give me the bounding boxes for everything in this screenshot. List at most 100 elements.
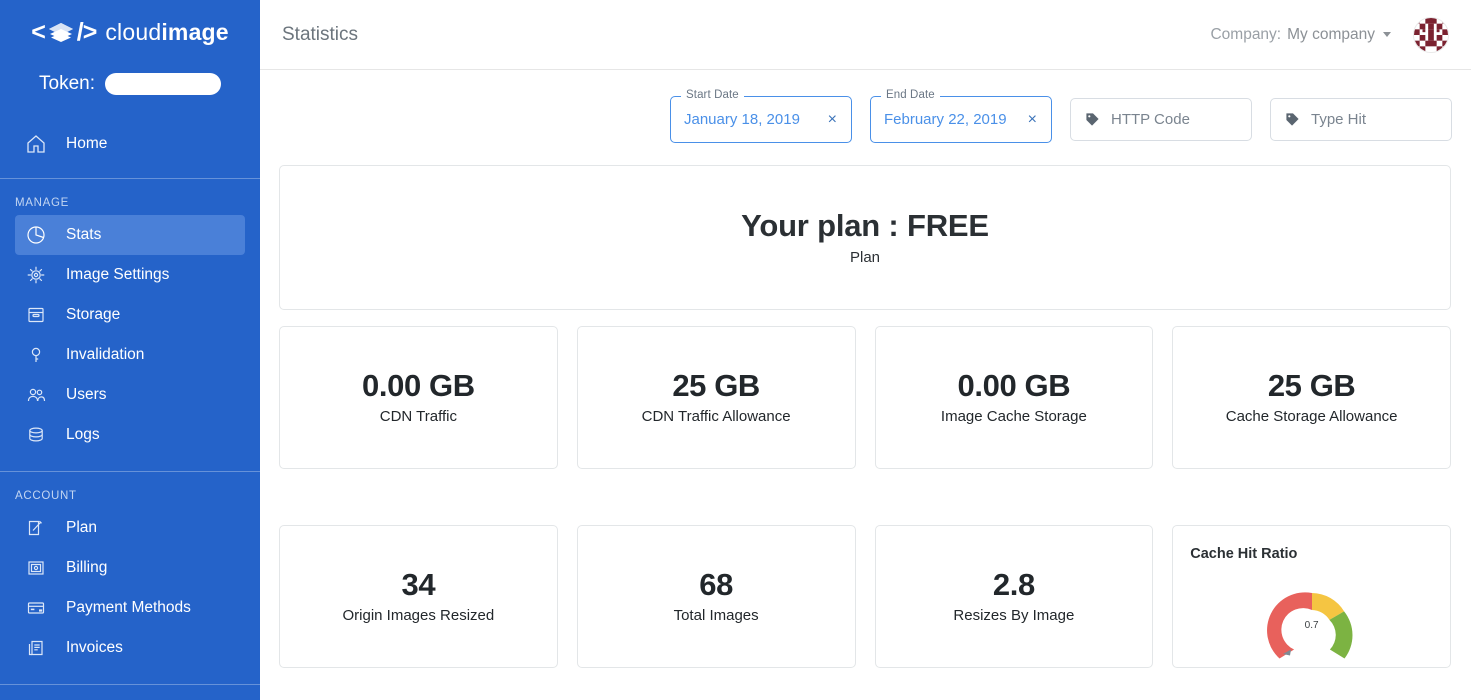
stat-label: CDN Traffic	[379, 408, 457, 426]
stat-value: 34	[401, 566, 436, 602]
sidebar: < /> cloudimage Token: Home MANAGE Stats…	[0, 0, 260, 700]
chevron-down-icon	[1383, 32, 1391, 37]
brand-name-bold: image	[161, 18, 229, 45]
stat-value: 25 GB	[1267, 367, 1356, 403]
sidebar-item-invalidation[interactable]: Invalidation	[15, 335, 245, 375]
stat-card-resizes-by-image: 2.8 Resizes By Image	[874, 525, 1154, 668]
gear-icon	[27, 266, 45, 284]
end-date-value: February 22, 2019	[884, 111, 1007, 128]
sidebar-item-label-payment-methods: Payment Methods	[66, 599, 191, 616]
brand-name-light: cloud	[105, 18, 162, 45]
main-content: Statistics Company: My company Start Dat…	[260, 0, 1471, 700]
sidebar-item-label-users: Users	[66, 386, 107, 403]
stat-card-total-images: 68 Total Images	[576, 525, 856, 668]
sidebar-item-billing[interactable]: Billing	[15, 548, 245, 588]
token-label: Token:	[39, 73, 95, 94]
brand-logo[interactable]: < /> cloudimage	[0, 0, 260, 58]
stat-value: 68	[699, 566, 733, 602]
stat-label: Resizes By Image	[953, 607, 1075, 625]
brand-angle-close: />	[76, 17, 98, 46]
sidebar-item-invoices[interactable]: Invoices	[15, 628, 245, 668]
http-code-field[interactable]: HTTP Code	[1070, 98, 1252, 141]
users-icon	[27, 388, 46, 402]
type-hit-field[interactable]: Type Hit	[1270, 98, 1452, 141]
token-row: Token:	[0, 62, 260, 106]
sidebar-group-manage-label: MANAGE	[15, 197, 70, 209]
stat-card-cdn-traffic: 0.00 GB CDN Traffic	[279, 326, 558, 469]
credit-card-icon	[27, 602, 45, 614]
avatar[interactable]	[1413, 16, 1449, 53]
brand-text: cloudimage	[105, 18, 229, 45]
key-icon	[31, 347, 41, 362]
plan-title: Your plan : FREE	[741, 207, 989, 243]
start-date-value: January 18, 2019	[684, 111, 800, 128]
top-header: Statistics Company: My company	[260, 0, 1471, 70]
box-icon	[28, 307, 44, 323]
stat-value: 0.00 GB	[957, 367, 1071, 403]
sidebar-item-label-invalidation: Invalidation	[66, 346, 145, 363]
stat-label: Total Images	[673, 607, 759, 625]
company-label: Company:	[1210, 25, 1282, 43]
plan-card: Your plan : FREE Plan	[279, 165, 1451, 310]
stat-label: Cache Storage Allowance	[1225, 408, 1398, 426]
end-date-legend: End Date	[881, 89, 940, 101]
brand-angle-open: <	[31, 17, 46, 46]
type-hit-placeholder: Type Hit	[1311, 111, 1367, 128]
stat-label: Origin Images Resized	[342, 607, 495, 625]
gauge-value-label: 0.7	[1304, 620, 1319, 631]
sidebar-item-logs[interactable]: Logs	[15, 415, 245, 455]
nav-home-section: Home	[0, 106, 260, 178]
company-dropdown[interactable]: Company: My company	[1210, 26, 1391, 44]
sidebar-item-label-logs: Logs	[66, 426, 100, 443]
stat-card-image-cache-storage: 0.00 GB Image Cache Storage	[874, 326, 1154, 469]
stat-card-cache-storage-allowance: 25 GB Cache Storage Allowance	[1172, 326, 1451, 469]
sidebar-item-label-stats: Stats	[66, 226, 102, 243]
http-code-placeholder: HTTP Code	[1111, 111, 1190, 128]
tag-icon	[1286, 113, 1299, 126]
header-right-group: Company: My company	[1210, 16, 1449, 53]
cache-hit-ratio-gauge: 0.7	[1257, 576, 1367, 667]
tag-icon	[1086, 113, 1099, 126]
end-date-field[interactable]: End Date February 22, 2019 ×	[870, 89, 1052, 143]
edit-square-icon	[28, 520, 42, 536]
home-icon	[27, 135, 45, 153]
sidebar-item-users[interactable]: Users	[15, 375, 245, 415]
sidebar-item-payment-methods[interactable]: Payment Methods	[15, 588, 245, 628]
invoice-icon	[28, 640, 43, 656]
sidebar-item-stats[interactable]: Stats	[15, 215, 245, 255]
pie-chart-icon	[27, 226, 45, 244]
filter-bar: Start Date January 18, 2019 × End Date F…	[260, 70, 1471, 143]
sidebar-item-home[interactable]: Home	[15, 124, 245, 164]
brand-mark: < />	[31, 17, 98, 46]
cache-hit-ratio-title: Cache Hit Ratio	[1190, 546, 1298, 562]
sidebar-item-label-invoices: Invoices	[66, 639, 123, 656]
identicon-avatar	[1414, 17, 1448, 52]
page-title: Statistics	[282, 23, 359, 45]
gauge-segment-high	[1329, 611, 1353, 659]
sidebar-item-image-settings[interactable]: Image Settings	[15, 255, 245, 295]
stats-row-1: 0.00 GB CDN Traffic 25 GB CDN Traffic Al…	[279, 326, 1451, 469]
sidebar-item-label-storage: Storage	[66, 306, 121, 323]
sidebar-item-storage[interactable]: Storage	[15, 295, 245, 335]
stat-card-cdn-traffic-allowance: 25 GB CDN Traffic Allowance	[576, 326, 856, 469]
company-value: My company	[1287, 25, 1375, 43]
stat-label: Image Cache Storage	[940, 408, 1087, 426]
start-date-clear-icon[interactable]: ×	[826, 111, 839, 128]
sidebar-item-plan[interactable]: Plan	[15, 508, 245, 548]
end-date-clear-icon[interactable]: ×	[1026, 111, 1039, 128]
stat-card-origin-images-resized: 34 Origin Images Resized	[279, 525, 558, 668]
plan-subtitle: Plan	[849, 249, 881, 267]
sidebar-item-label-billing: Billing	[66, 559, 108, 576]
stat-label: CDN Traffic Allowance	[641, 408, 791, 426]
dashboard-content: Your plan : FREE Plan 0.00 GB CDN Traffi…	[260, 165, 1471, 668]
database-icon	[29, 427, 43, 442]
stats-row-2: 34 Origin Images Resized 68 Total Images…	[279, 525, 1451, 668]
start-date-field[interactable]: Start Date January 18, 2019 ×	[670, 89, 852, 143]
token-input[interactable]	[104, 73, 221, 95]
layers-icon	[48, 23, 73, 42]
sidebar-item-label-home: Home	[66, 135, 108, 152]
sidebar-item-label-image-settings: Image Settings	[66, 266, 170, 283]
sidebar-divider-bottom	[0, 684, 260, 685]
stat-value: 25 GB	[672, 367, 760, 403]
app-root: < /> cloudimage Token: Home MANAGE Stats…	[0, 0, 1471, 700]
